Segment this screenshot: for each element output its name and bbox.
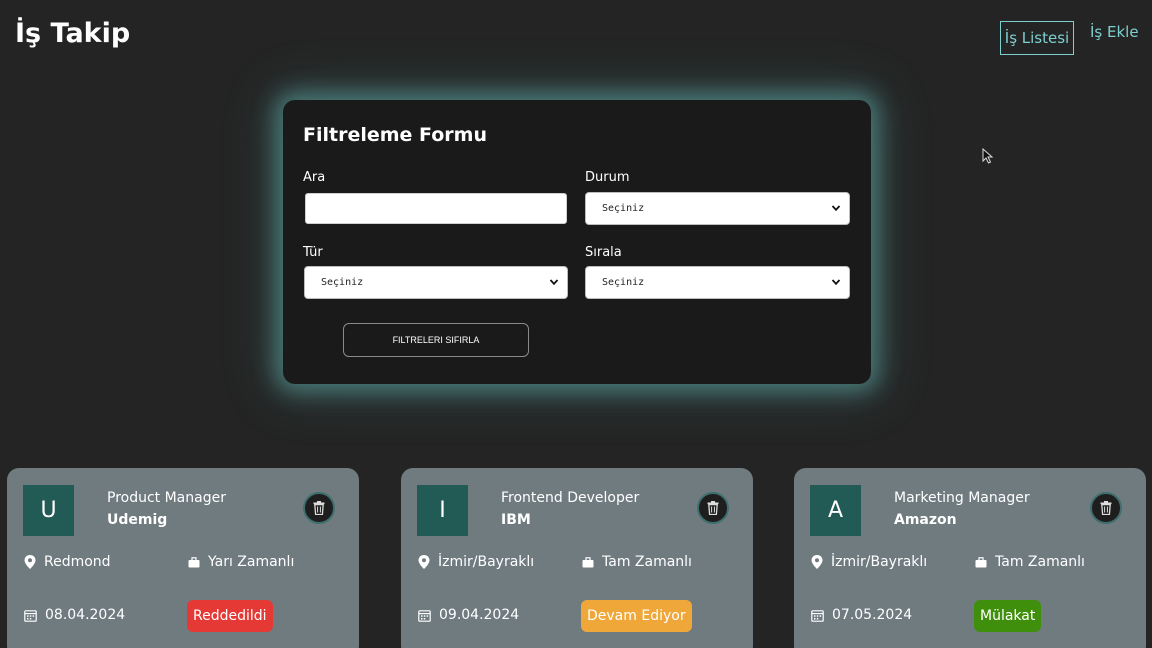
trash-icon — [313, 501, 325, 515]
job-location-text: İzmir/Bayraklı — [438, 554, 535, 570]
job-company: Amazon — [894, 512, 957, 528]
filter-form: Filtreleme Formu Ara Durum Seçiniz Tür S… — [283, 100, 871, 384]
delete-job-button[interactable] — [1090, 492, 1122, 524]
briefcase-icon — [582, 556, 594, 567]
chevron-down-icon — [549, 279, 559, 286]
delete-job-button[interactable] — [303, 492, 335, 524]
nav-job-list-link[interactable]: İş Listesi — [1000, 21, 1074, 55]
job-card: I Frontend Developer IBM İzmir/Bayraklı … — [401, 468, 753, 648]
job-type-text: Tam Zamanlı — [995, 554, 1085, 570]
company-avatar: I — [417, 485, 468, 536]
job-company: IBM — [501, 512, 531, 528]
job-location-text: Redmond — [44, 554, 111, 570]
job-type-text: Yarı Zamanlı — [208, 554, 295, 570]
calendar-icon — [811, 609, 824, 622]
job-location: Redmond — [24, 554, 111, 570]
job-type: Tam Zamanlı — [582, 554, 692, 570]
status-badge: Reddedildi — [187, 600, 273, 632]
company-avatar: A — [810, 485, 861, 536]
job-location: İzmir/Bayraklı — [418, 554, 534, 570]
job-type: Yarı Zamanlı — [188, 554, 294, 570]
search-input[interactable] — [305, 193, 567, 224]
mouse-cursor-icon — [982, 148, 994, 164]
sort-label: Sırala — [585, 245, 622, 260]
search-label: Ara — [303, 170, 326, 185]
status-select-value: Seçiniz — [602, 203, 645, 214]
app-header: İş Takip İş Listesi İş Ekle — [0, 0, 1152, 78]
job-date: 09.04.2024 — [418, 607, 519, 623]
chevron-down-icon — [831, 205, 841, 212]
job-date-text: 08.04.2024 — [45, 607, 126, 623]
briefcase-icon — [188, 556, 200, 567]
status-badge: Mülakat — [974, 600, 1042, 632]
briefcase-icon — [975, 556, 987, 567]
delete-job-button[interactable] — [697, 492, 729, 524]
status-select[interactable]: Seçiniz — [585, 192, 850, 225]
filter-form-title: Filtreleme Formu — [303, 124, 487, 146]
job-date: 08.04.2024 — [24, 607, 125, 623]
job-date-text: 09.04.2024 — [439, 607, 520, 623]
job-position: Marketing Manager — [894, 490, 1030, 506]
status-badge: Devam Ediyor — [581, 600, 692, 632]
job-location: İzmir/Bayraklı — [811, 554, 927, 570]
job-date-text: 07.05.2024 — [832, 607, 913, 623]
brand-title: İş Takip — [15, 18, 131, 49]
type-select[interactable]: Seçiniz — [304, 266, 568, 299]
job-card: A Marketing Manager Amazon İzmir/Bayrakl… — [794, 468, 1146, 648]
sort-select[interactable]: Seçiniz — [585, 266, 850, 299]
job-position: Product Manager — [107, 490, 226, 506]
trash-icon — [707, 501, 719, 515]
company-avatar: U — [23, 485, 74, 536]
job-location-text: İzmir/Bayraklı — [831, 554, 928, 570]
trash-icon — [1100, 501, 1112, 515]
sort-select-value: Seçiniz — [602, 277, 645, 288]
chevron-down-icon — [831, 279, 841, 286]
job-position: Frontend Developer — [501, 490, 640, 506]
job-card: U Product Manager Udemig Redmond Yarı Za… — [7, 468, 359, 648]
type-select-value: Seçiniz — [321, 277, 364, 288]
calendar-icon — [24, 609, 37, 622]
type-label: Tür — [303, 245, 323, 260]
location-pin-icon — [418, 555, 430, 569]
calendar-icon — [418, 609, 431, 622]
reset-filters-button[interactable]: FILTRELERI SIFIRLA — [343, 323, 529, 357]
nav-add-job-link[interactable]: İş Ekle — [1090, 23, 1139, 45]
job-type-text: Tam Zamanlı — [602, 554, 692, 570]
location-pin-icon — [811, 555, 823, 569]
status-label: Durum — [585, 170, 630, 185]
location-pin-icon — [24, 555, 36, 569]
job-company: Udemig — [107, 512, 168, 528]
job-date: 07.05.2024 — [811, 607, 912, 623]
job-type: Tam Zamanlı — [975, 554, 1085, 570]
